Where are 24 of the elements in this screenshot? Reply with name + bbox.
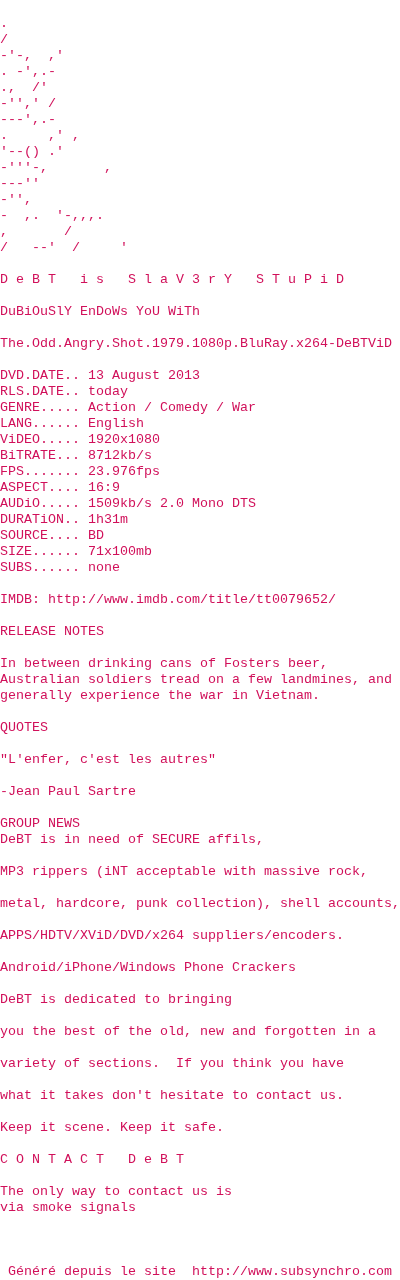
text-paragraph: D e B T i s S l a V 3 r Y S T u P i D xyxy=(0,272,344,288)
text-paragraph: APPS/HDTV/XViD/DVD/x264 suppliers/encoders. xyxy=(0,928,344,944)
text-paragraph: The.Odd.Angry.Shot.1979.1080p.BluRay.x264-DeBTViD xyxy=(0,336,392,352)
text-paragraph: DuBiOuSlY EnDoWs YoU WiTh xyxy=(0,304,200,320)
text-paragraph: RELEASE NOTES xyxy=(0,624,104,640)
text-paragraph: IMDB: http://www.imdb.com/title/tt0079652/ xyxy=(0,592,336,608)
text-paragraph: you the best of the old, new and forgotten in a xyxy=(0,1024,376,1040)
footer-text: Généré depuis le site http://www.subsynchro.com xyxy=(7,1264,392,1280)
text-paragraph: MP3 rippers (iNT acceptable with massive rock, xyxy=(0,864,368,880)
text-paragraph: Android/iPhone/Windows Phone Crackers xyxy=(0,960,296,976)
text-paragraph: what it takes don't hesitate to contact us. xyxy=(0,1088,344,1104)
text-paragraph: In between drinking cans of Fosters beer, Australian soldiers tread on a few landmines, and generally experience the war in Vietnam. xyxy=(0,656,392,704)
ascii-art: . / -'-, ,' . -',.- ., /' -'',' / ---',.- . ,' , '--() .' -'''-, , ---'' -'', - ,. '-,,,. , / / --' / ' xyxy=(0,16,128,256)
text-paragraph: The only way to contact us is via smoke signals xyxy=(0,1184,232,1216)
text-paragraph: -Jean Paul Sartre xyxy=(0,784,136,800)
text-paragraph: metal, hardcore, punk collection), shell accounts, xyxy=(0,896,400,912)
text-paragraph: Keep it scene. Keep it safe. xyxy=(0,1120,224,1136)
text-paragraph: QUOTES xyxy=(0,720,48,736)
text-paragraph: "L'enfer, c'est les autres" xyxy=(0,752,216,768)
text-paragraph: DeBT is dedicated to bringing xyxy=(0,992,232,1008)
text-paragraph: DVD.DATE.. 13 August 2013 RLS.DATE.. today GENRE..... Action / Comedy / War LANG...... English ViDEO..... 1920x1080 BiTRATE... 8712kb/s FPS....... 23.976fps ASPECT.... 16:9 AUDiO..... 1509kb/s 2.0 Mono DTS DURATiON.. 1h31m SOURCE.... BD SIZE...... 71x100mb SUBS...... none xyxy=(0,368,256,576)
text-paragraph: GROUP NEWS DeBT is in need of SECURE affils, xyxy=(0,816,264,848)
text-paragraph: variety of sections. If you think you have xyxy=(0,1056,344,1072)
text-paragraph: C O N T A C T D e B T xyxy=(0,1152,184,1168)
